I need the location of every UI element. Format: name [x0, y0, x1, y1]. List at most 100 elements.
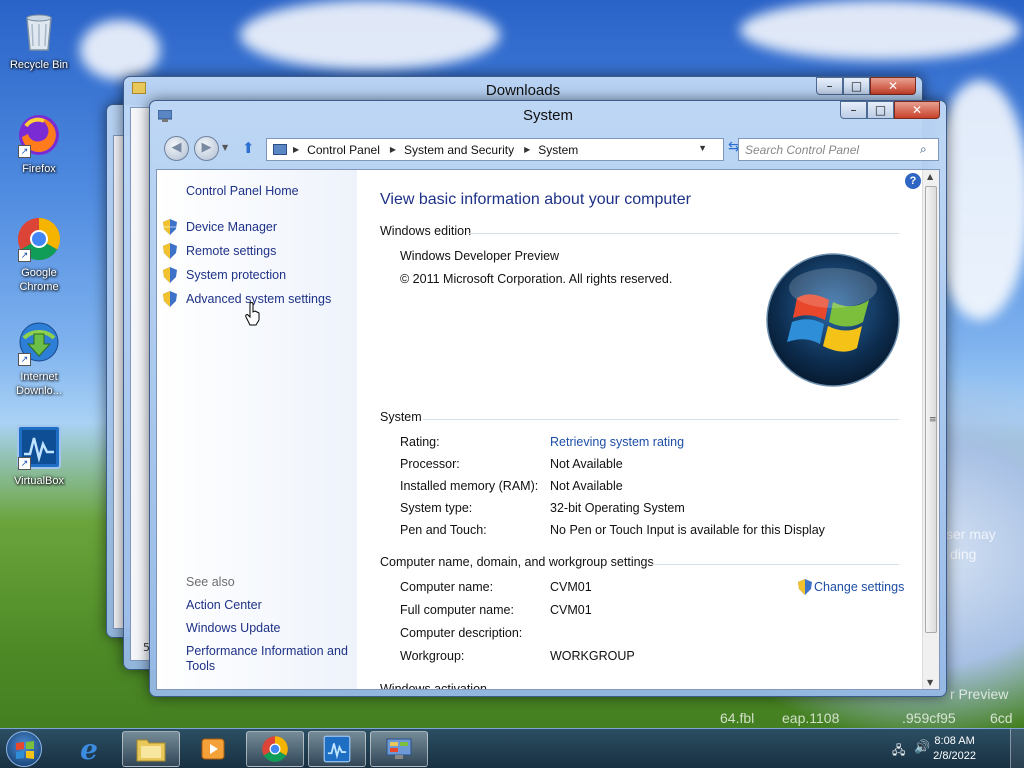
vertical-scrollbar[interactable]: ▲ ≡ ▼ — [922, 170, 939, 689]
maximize-button[interactable]: □ — [867, 101, 894, 119]
taskbar-control-panel[interactable] — [370, 731, 428, 767]
desktop-icon-firefox[interactable]: ↗ Firefox — [4, 112, 74, 176]
desktop-icon-label: Google Chrome — [19, 267, 59, 293]
virtualbox-icon — [323, 735, 351, 763]
wallpaper-cloud — [240, 0, 500, 70]
clock-date: 2/8/2022 — [933, 750, 976, 762]
system-type-value: 32-bit Operating System — [550, 501, 685, 515]
shield-icon — [163, 267, 177, 283]
breadcrumb-control-panel[interactable]: Control Panel — [307, 143, 380, 157]
see-also-label: See also — [186, 575, 235, 589]
shield-icon — [163, 291, 177, 307]
device-manager-label: Device Manager — [186, 220, 278, 234]
taskbar-internet-explorer[interactable]: e — [60, 731, 118, 767]
volume-icon[interactable]: 🔊 — [914, 740, 930, 755]
full-computer-name-label: Full computer name: — [400, 603, 514, 617]
chrome-icon — [262, 736, 288, 762]
desktop-icon-virtualbox[interactable]: ↗ VirtualBox — [4, 424, 74, 488]
taskbar: e 🖧 🔊 8:08 AM 2/8/2022 — [0, 728, 1024, 768]
shortcut-arrow-icon: ↗ — [18, 457, 31, 470]
network-icon[interactable]: 🖧 — [892, 741, 905, 762]
system-heading: System — [380, 410, 422, 424]
recent-pages-dropdown[interactable]: ▼ — [222, 143, 228, 152]
show-desktop-button[interactable] — [1010, 729, 1024, 768]
shield-icon — [163, 219, 177, 235]
internet-explorer-icon: e — [80, 732, 98, 766]
forward-button[interactable]: ▶ — [194, 136, 219, 161]
rating-value-link[interactable]: Retrieving system rating — [550, 435, 684, 449]
change-settings-link[interactable]: Change settings — [798, 579, 904, 595]
media-player-icon — [201, 738, 225, 760]
remote-settings-link[interactable]: Remote settings — [163, 243, 277, 259]
action-center-link[interactable]: Action Center — [186, 598, 262, 612]
system-type-label: System type: — [400, 501, 473, 515]
workgroup-value: WORKGROUP — [550, 649, 635, 663]
desktop-icon-label: Firefox — [22, 163, 56, 175]
system-protection-label: System protection — [186, 268, 287, 282]
downloads-window-title: Downloads — [485, 82, 561, 99]
minimize-button[interactable]: – — [816, 77, 843, 95]
scrollbar-thumb[interactable]: ≡ — [925, 186, 937, 633]
help-icon[interactable]: ? — [905, 173, 921, 189]
minimize-button[interactable]: – — [840, 101, 867, 119]
taskbar-file-explorer[interactable] — [122, 731, 180, 767]
chrome-icon: ↗ — [16, 216, 62, 262]
wallpaper-text: 6cd — [990, 710, 1013, 726]
window-controls: – □ ✕ — [840, 101, 940, 119]
internet-download-manager-icon: ↗ — [16, 320, 62, 366]
taskbar-chrome[interactable] — [246, 731, 304, 767]
section-divider — [468, 233, 899, 234]
performance-information-link[interactable]: Performance Information and Tools — [186, 644, 351, 674]
workgroup-label: Workgroup: — [400, 649, 465, 663]
breadcrumb-separator-icon: ▶ — [293, 145, 300, 154]
close-button[interactable]: ✕ — [894, 101, 940, 119]
back-button[interactable]: ◀ — [164, 136, 189, 161]
control-panel-icon — [386, 738, 412, 759]
remote-settings-label: Remote settings — [186, 244, 277, 258]
breadcrumb-system[interactable]: System — [538, 143, 578, 157]
memory-label: Installed memory (RAM): — [400, 479, 539, 493]
windows-logo — [766, 253, 900, 387]
address-bar[interactable]: ▶ Control Panel ▶ System and Security ▶ … — [266, 138, 724, 161]
wallpaper-cloud — [80, 20, 160, 80]
desktop-icon-chrome[interactable]: ↗ Google Chrome — [4, 216, 74, 294]
taskbar-virtualbox[interactable] — [308, 731, 366, 767]
copyright-text: © 2011 Microsoft Corporation. All rights… — [400, 272, 673, 286]
computer-name-value: CVM01 — [550, 580, 592, 594]
computer-name-label: Computer name: — [400, 580, 494, 594]
page-title: View basic information about your comput… — [380, 191, 691, 208]
up-arrow-icon[interactable]: ⬆ — [242, 139, 255, 157]
scroll-down-icon[interactable]: ▼ — [927, 678, 933, 687]
processor-value: Not Available — [550, 457, 623, 471]
search-input[interactable]: Search Control Panel — [738, 138, 939, 161]
system-protection-link[interactable]: System protection — [163, 267, 287, 283]
processor-label: Processor: — [400, 457, 460, 471]
start-button[interactable] — [6, 731, 42, 767]
shield-icon — [163, 243, 177, 259]
maximize-button[interactable]: □ — [843, 77, 870, 95]
windows-edition-heading: Windows edition — [380, 224, 472, 238]
memory-value: Not Available — [550, 479, 623, 493]
system-window[interactable]: System – □ ✕ ◀ ▶ ▼ ⬆ ▶ Control Panel ▶ S… — [149, 100, 947, 697]
grip-icon: ≡ — [929, 415, 937, 425]
address-dropdown-icon[interactable]: ▼ — [698, 143, 707, 153]
scroll-up-icon[interactable]: ▲ — [927, 172, 933, 181]
desktop-icon-internet-download-manager[interactable]: ↗ Internet Downlo... — [4, 320, 74, 398]
search-icon[interactable]: ⌕ — [920, 142, 927, 157]
firefox-icon: ↗ — [16, 112, 62, 158]
clock[interactable]: 8:08 AM 2/8/2022 — [933, 734, 976, 764]
device-manager-link[interactable]: Device Manager — [163, 219, 278, 235]
taskbar-media-player[interactable] — [184, 731, 242, 767]
control-panel-home-link[interactable]: Control Panel Home — [186, 184, 299, 198]
pen-touch-value: No Pen or Touch Input is available for t… — [550, 523, 825, 537]
close-button[interactable]: ✕ — [870, 77, 916, 95]
wallpaper-text: r Preview — [950, 686, 1009, 702]
windows-update-link[interactable]: Windows Update — [186, 621, 281, 635]
virtualbox-icon: ↗ — [16, 424, 62, 470]
hand-cursor-icon — [245, 302, 260, 326]
desktop-icon-recycle-bin[interactable]: Recycle Bin — [4, 8, 74, 72]
wallpaper-text: .959cf95 — [902, 710, 956, 726]
wallpaper-text: 64.fbl — [720, 710, 755, 726]
desktop-icon-label: Recycle Bin — [9, 59, 69, 71]
breadcrumb-system-and-security[interactable]: System and Security — [404, 143, 514, 157]
